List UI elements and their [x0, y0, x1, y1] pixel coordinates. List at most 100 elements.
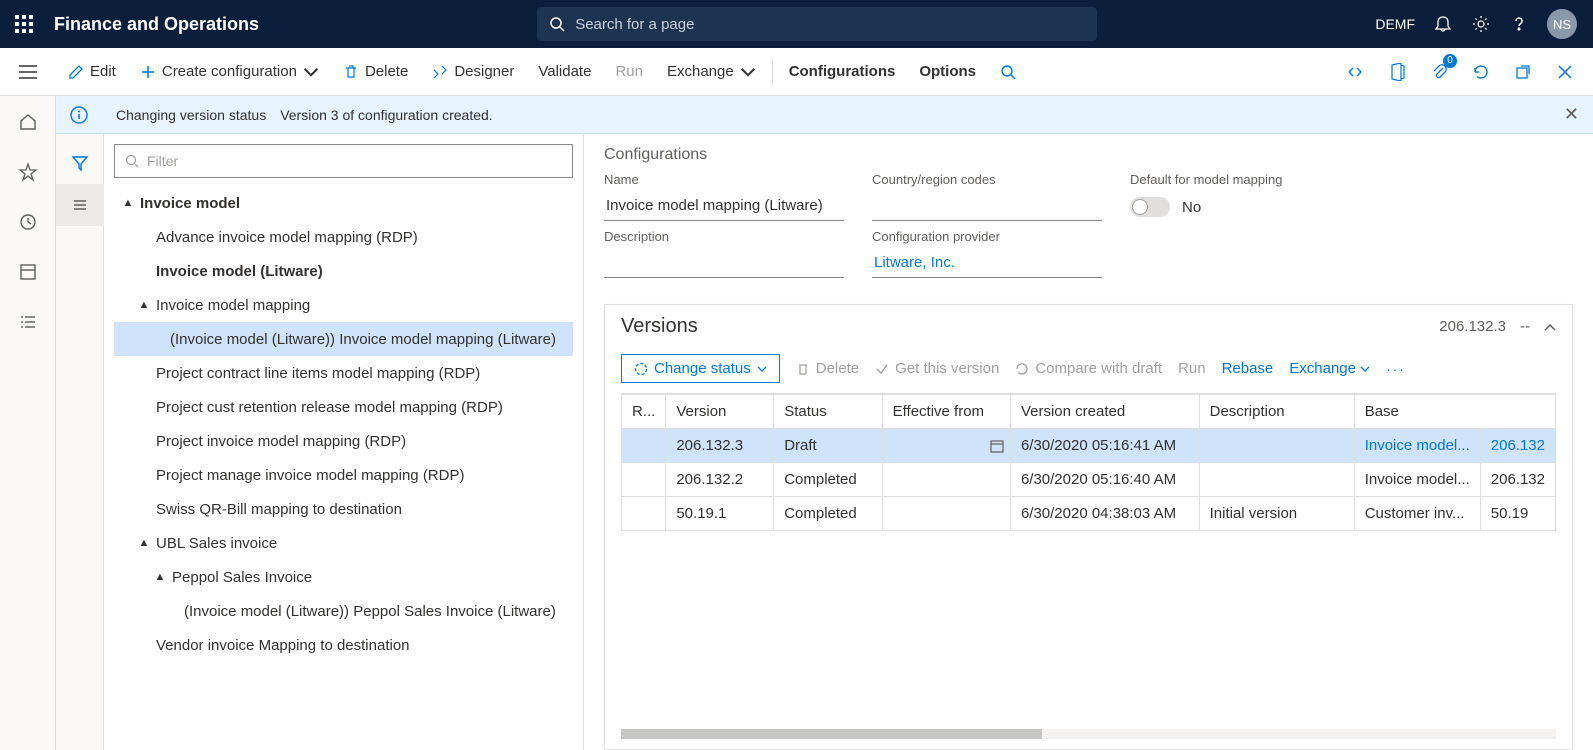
create-configuration-button[interactable]: Create configuration [128, 48, 331, 96]
caret-down-icon[interactable]: ▲ [136, 299, 152, 311]
cell-version[interactable]: 50.19.1 [666, 497, 774, 531]
cell-base-ver[interactable]: 206.132 [1480, 463, 1555, 497]
cell-status[interactable]: Draft [774, 429, 882, 463]
help-icon[interactable] [1509, 14, 1529, 34]
cell-effective[interactable] [882, 429, 1010, 463]
col-version[interactable]: Version [666, 395, 774, 429]
cell-version[interactable]: 206.132.2 [666, 463, 774, 497]
nav-hamburger-icon[interactable] [0, 48, 56, 96]
cell-version[interactable]: 206.132.3 [666, 429, 774, 463]
validate-button[interactable]: Validate [526, 48, 603, 96]
list-view-icon[interactable] [56, 184, 104, 226]
change-status-button[interactable]: Change status [621, 354, 780, 383]
favorites-icon[interactable] [12, 156, 44, 188]
cell-desc[interactable] [1199, 463, 1354, 497]
tree-node[interactable]: (Invoice model (Litware)) Peppol Sales I… [114, 594, 573, 628]
cell-r[interactable] [622, 429, 666, 463]
col-r[interactable]: R... [622, 395, 666, 429]
options-tab[interactable]: Options [907, 48, 988, 96]
cell-base[interactable]: Customer inv... [1354, 497, 1480, 531]
cell-effective[interactable] [882, 497, 1010, 531]
col-status[interactable]: Status [774, 395, 882, 429]
office-icon[interactable] [1383, 58, 1411, 86]
cell-status[interactable]: Completed [774, 463, 882, 497]
rebase-button[interactable]: Rebase [1222, 360, 1274, 377]
calendar-icon[interactable] [990, 439, 1004, 453]
col-effective[interactable]: Effective from [882, 395, 1010, 429]
more-icon[interactable]: ··· [1386, 361, 1406, 377]
configurations-tab[interactable]: Configurations [777, 48, 908, 96]
tree-node[interactable]: Invoice model (Litware) [114, 254, 573, 288]
tree-filter-input[interactable] [147, 153, 562, 169]
tree-node[interactable]: Swiss QR-Bill mapping to destination [114, 492, 573, 526]
user-avatar[interactable]: NS [1547, 9, 1577, 39]
name-field[interactable]: Invoice model mapping (Litware) [604, 191, 844, 221]
recent-icon[interactable] [12, 206, 44, 238]
attachments-icon[interactable]: 0 [1425, 58, 1453, 86]
versions-card: Versions 206.132.3 -- Change status [604, 304, 1573, 750]
tree-node[interactable]: ▲Peppol Sales Invoice [114, 560, 573, 594]
tree-filter[interactable] [114, 144, 573, 178]
tree-node[interactable]: Project contract line items model mappin… [114, 356, 573, 390]
modules-icon[interactable] [12, 306, 44, 338]
app-launcher-icon[interactable] [0, 0, 48, 48]
close-icon[interactable] [1551, 58, 1579, 86]
cell-created[interactable]: 6/30/2020 05:16:40 AM [1010, 463, 1199, 497]
home-icon[interactable] [12, 106, 44, 138]
tree-node[interactable]: Project cust retention release model map… [114, 390, 573, 424]
tree-node[interactable]: Project invoice model mapping (RDP) [114, 424, 573, 458]
cell-r[interactable] [622, 497, 666, 531]
tree-node[interactable]: Project manage invoice model mapping (RD… [114, 458, 573, 492]
table-row[interactable]: 206.132.3Draft 6/30/2020 05:16:41 AM Invoi… [622, 429, 1556, 463]
cell-created[interactable]: 6/30/2020 04:38:03 AM [1010, 497, 1199, 531]
exchange-button[interactable]: Exchange [655, 48, 768, 96]
caret-down-icon[interactable]: ▲ [120, 197, 136, 209]
provider-link[interactable]: Litware, Inc. [872, 248, 1102, 278]
cell-r[interactable] [622, 463, 666, 497]
default-mapping-toggle[interactable] [1130, 197, 1170, 217]
cell-created[interactable]: 6/30/2020 05:16:41 AM [1010, 429, 1199, 463]
cell-base-ver[interactable]: 206.132 [1480, 429, 1555, 463]
find-button[interactable] [988, 48, 1028, 96]
region-field[interactable] [872, 191, 1102, 221]
cell-base-ver[interactable]: 50.19 [1480, 497, 1555, 531]
col-desc[interactable]: Description [1199, 395, 1354, 429]
caret-down-icon[interactable]: ▲ [152, 571, 168, 583]
table-row[interactable]: 206.132.2Completed 6/30/2020 05:16:40 AM I… [622, 463, 1556, 497]
gear-icon[interactable] [1471, 14, 1491, 34]
edit-button[interactable]: Edit [56, 48, 128, 96]
scroll-thumb[interactable] [621, 729, 1042, 739]
funnel-icon[interactable] [56, 142, 104, 184]
popout-icon[interactable] [1509, 58, 1537, 86]
cell-base[interactable]: Invoice model... [1354, 429, 1480, 463]
tree-node[interactable]: Advance invoice model mapping (RDP) [114, 220, 573, 254]
cell-desc[interactable] [1199, 429, 1354, 463]
tree-node-root[interactable]: ▲Invoice model [114, 186, 573, 220]
horizontal-scrollbar[interactable] [621, 729, 1556, 739]
banner-close-icon[interactable]: ✕ [1564, 104, 1579, 125]
designer-button[interactable]: Designer [420, 48, 526, 96]
table-row[interactable]: 50.19.1Completed 6/30/2020 04:38:03 AMIni… [622, 497, 1556, 531]
cell-base[interactable]: Invoice model... [1354, 463, 1480, 497]
data-connector-icon[interactable] [1341, 58, 1369, 86]
workspaces-icon[interactable] [12, 256, 44, 288]
caret-down-icon[interactable]: ▲ [136, 537, 152, 549]
tree-node-selected[interactable]: (Invoice model (Litware)) Invoice model … [114, 322, 573, 356]
company-indicator[interactable]: DEMF [1375, 16, 1415, 32]
cell-status[interactable]: Completed [774, 497, 882, 531]
tree-node[interactable]: Vendor invoice Mapping to destination [114, 628, 573, 662]
description-field[interactable] [604, 248, 844, 278]
collapse-icon[interactable] [1544, 323, 1556, 331]
bell-icon[interactable] [1433, 14, 1453, 34]
cell-effective[interactable] [882, 463, 1010, 497]
tree-node[interactable]: ▲UBL Sales invoice [114, 526, 573, 560]
cell-desc[interactable]: Initial version [1199, 497, 1354, 531]
col-base[interactable]: Base [1354, 395, 1555, 429]
versions-exchange-button[interactable]: Exchange [1289, 360, 1370, 377]
col-created[interactable]: Version created [1010, 395, 1199, 429]
delete-button[interactable]: Delete [331, 48, 420, 96]
tree-node[interactable]: ▲Invoice model mapping [114, 288, 573, 322]
refresh-icon[interactable] [1467, 58, 1495, 86]
global-search-input[interactable] [575, 16, 1085, 33]
global-search[interactable] [537, 7, 1097, 41]
